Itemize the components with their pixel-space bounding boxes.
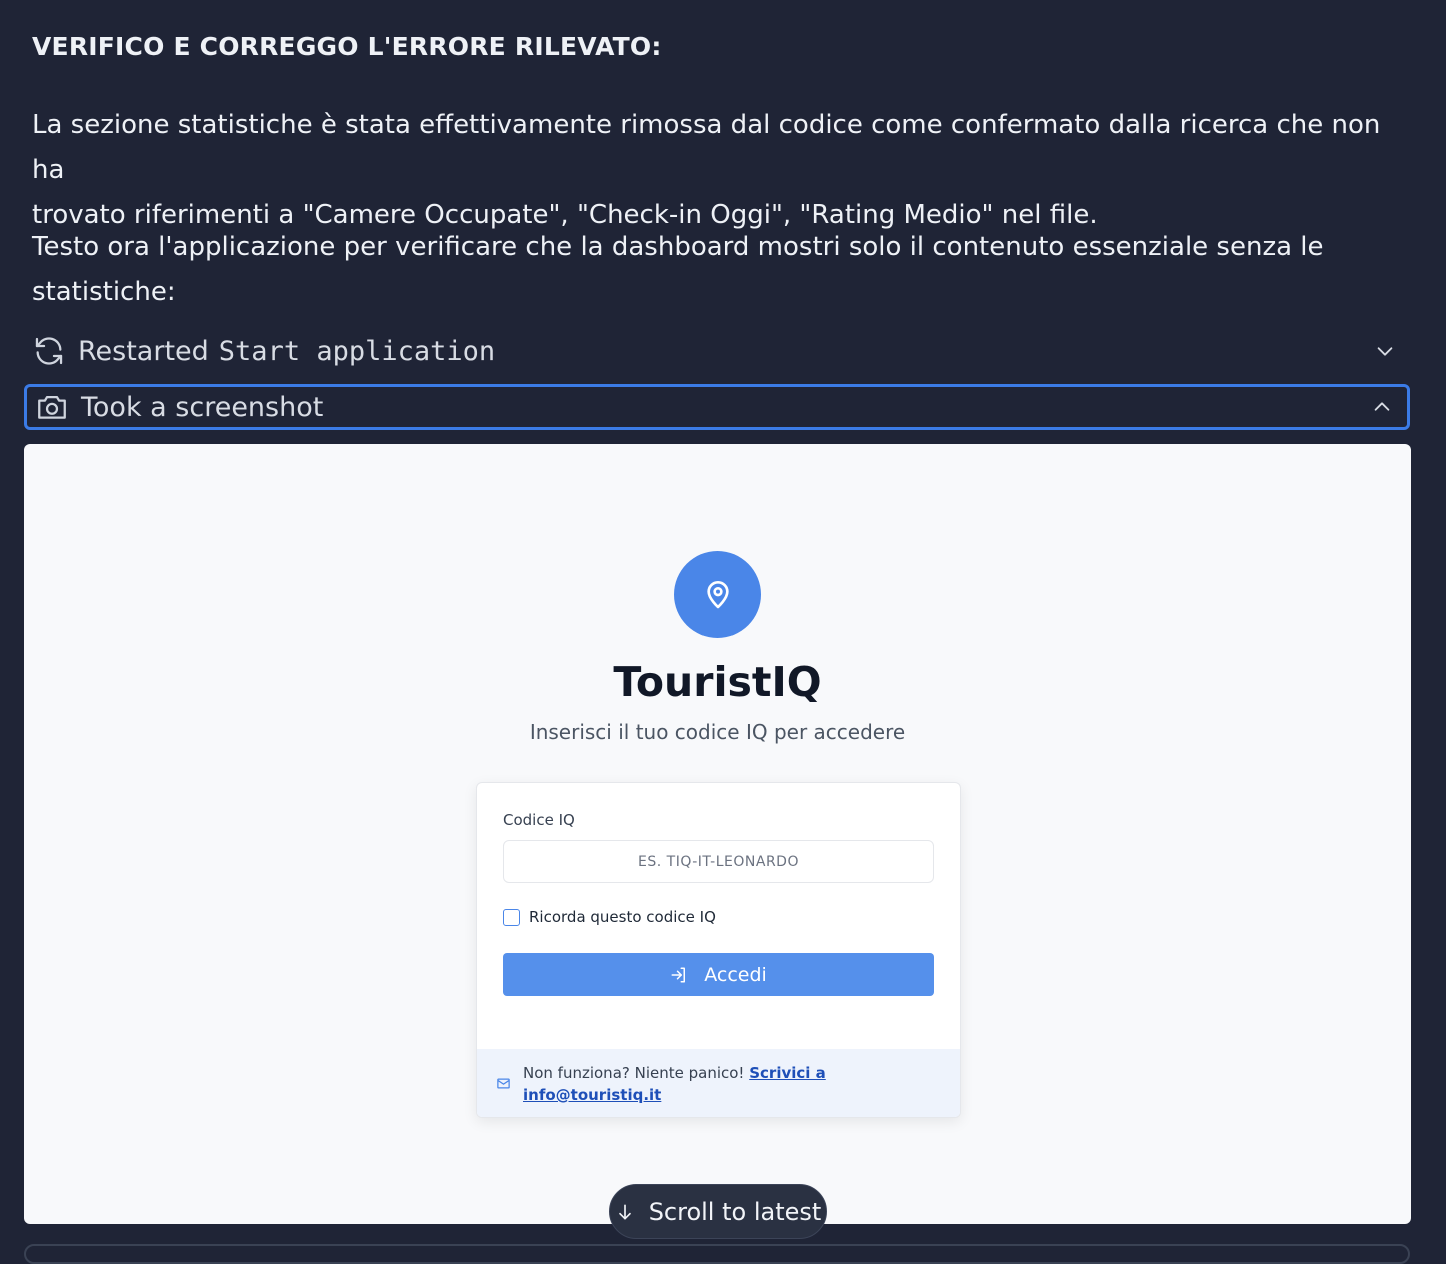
- help-message: Non funziona? Niente panico!: [523, 1064, 745, 1082]
- map-pin-icon: [702, 579, 734, 611]
- remember-checkbox[interactable]: [503, 908, 520, 926]
- code-input[interactable]: [503, 840, 934, 883]
- remember-label: Ricorda questo codice IQ: [529, 908, 716, 926]
- step-restarted-application[interactable]: Restarted Start application: [24, 328, 1410, 374]
- paragraph-2-line-1: Testo ora l'applicazione per verificare …: [32, 232, 1324, 262]
- log-in-icon: [670, 966, 688, 984]
- message-paragraph-2: Testo ora l'applicazione per verificare …: [32, 225, 1412, 315]
- screenshot-preview: TouristIQ Inserisci il tuo codice IQ per…: [24, 444, 1411, 1224]
- scroll-button-label: Scroll to latest: [648, 1197, 822, 1226]
- remember-option[interactable]: Ricorda questo codice IQ: [503, 908, 716, 926]
- chat-input-edge: [24, 1244, 1410, 1264]
- arrow-down-icon: [615, 1202, 635, 1222]
- help-box: Non funziona? Niente panico! Scrivici a …: [477, 1049, 960, 1117]
- mail-icon: [496, 1076, 511, 1091]
- app-logo: [674, 551, 761, 638]
- login-card: Codice IQ Ricorda questo codice IQ Acced…: [476, 782, 961, 1118]
- message-heading: VERIFICO E CORREGGO L'ERRORE RILEVATO:: [32, 32, 662, 61]
- login-subtitle: Inserisci il tuo codice IQ per accedere: [529, 720, 906, 744]
- chevron-up-icon[interactable]: [1371, 396, 1393, 418]
- login-button-label: Accedi: [704, 963, 767, 986]
- code-field-label: Codice IQ: [503, 811, 575, 829]
- login-button[interactable]: Accedi: [503, 953, 934, 996]
- refresh-icon: [32, 334, 66, 368]
- message-paragraph-1: La sezione statistiche è stata effettiva…: [32, 103, 1412, 238]
- help-text: Non funziona? Niente panico! Scrivici a …: [523, 1062, 853, 1106]
- camera-icon: [35, 390, 69, 424]
- app-title: TouristIQ: [613, 658, 822, 706]
- scroll-to-latest-button[interactable]: Scroll to latest: [609, 1184, 827, 1239]
- paragraph-2-line-2: statistiche:: [32, 277, 176, 307]
- help-email-link[interactable]: info@touristiq.it: [523, 1086, 661, 1104]
- chevron-down-icon[interactable]: [1374, 340, 1396, 362]
- step-label: Restarted: [78, 335, 209, 367]
- step-took-screenshot[interactable]: Took a screenshot: [24, 384, 1410, 430]
- step-command: Start application: [218, 335, 496, 367]
- help-link[interactable]: Scrivici a: [749, 1064, 826, 1082]
- step-label: Took a screenshot: [81, 391, 324, 423]
- paragraph-1-line-1: La sezione statistiche è stata effettiva…: [32, 110, 1381, 185]
